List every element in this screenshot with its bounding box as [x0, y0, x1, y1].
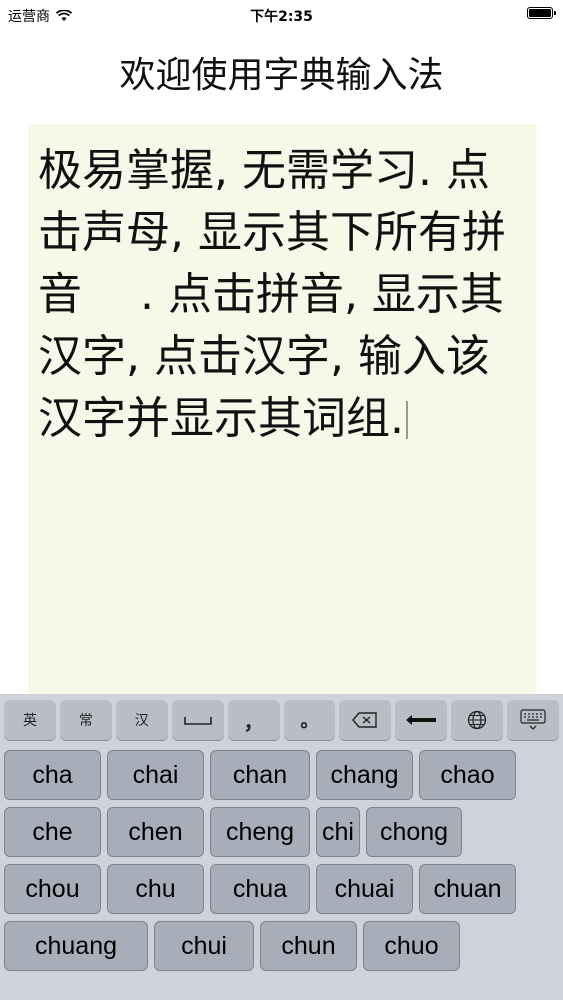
pinyin-key[interactable]: chui	[154, 921, 254, 971]
pinyin-key[interactable]: chuan	[419, 864, 516, 914]
pinyin-key[interactable]: chun	[260, 921, 357, 971]
pinyin-key[interactable]: chao	[419, 750, 516, 800]
text-editor[interactable]: 极易掌握, 无需学习. 点击声母, 显示其下所有拼音 . 点击拼音, 显示其汉字…	[28, 124, 536, 694]
comma-label: ，	[243, 709, 264, 734]
keyboard: 英 常 汉 ， 。 cha chai chan chang chao che c…	[0, 694, 563, 1000]
pinyin-row: chou chu chua chuai chuan	[4, 864, 559, 914]
pinyin-key[interactable]: cha	[4, 750, 101, 800]
keyboard-toolbar: 英 常 汉 ， 。	[4, 700, 560, 740]
status-bar: 运营商 下午2:35	[0, 0, 563, 30]
pinyin-key[interactable]: cheng	[210, 807, 310, 857]
pinyin-key[interactable]: che	[4, 807, 101, 857]
comma-button[interactable]: ，	[227, 700, 280, 740]
globe-icon	[468, 710, 487, 730]
common-mode-label: 常	[78, 713, 93, 729]
common-mode-button[interactable]: 常	[59, 700, 112, 740]
pinyin-key[interactable]: chua	[210, 864, 310, 914]
pinyin-key[interactable]: chen	[107, 807, 204, 857]
pinyin-key[interactable]: chuo	[363, 921, 460, 971]
delete-button[interactable]	[339, 700, 392, 740]
chinese-mode-label: 汉	[134, 713, 149, 729]
space-icon	[183, 717, 212, 725]
chinese-mode-button[interactable]: 汉	[115, 700, 168, 740]
pinyin-row: che chen cheng chi chong	[4, 807, 559, 857]
pinyin-key[interactable]: chai	[107, 750, 204, 800]
pinyin-key[interactable]: chou	[4, 864, 101, 914]
battery-icon	[527, 7, 556, 19]
period-label: 。	[300, 711, 319, 732]
keyboard-hide-button[interactable]	[507, 700, 560, 740]
keyboard-hide-icon	[520, 709, 546, 730]
delete-icon	[352, 712, 378, 728]
pinyin-row: cha chai chan chang chao	[4, 750, 559, 800]
status-time: 下午2:35	[250, 9, 313, 25]
english-mode-label: 英	[22, 713, 37, 729]
english-mode-button[interactable]: 英	[4, 700, 56, 740]
text-caret	[406, 401, 408, 439]
space-button[interactable]	[171, 700, 224, 740]
page-title: 欢迎使用字典输入法	[119, 55, 444, 96]
return-icon	[406, 715, 437, 725]
pinyin-row: chuang chui chun chuo	[4, 921, 559, 971]
pinyin-key[interactable]: chang	[316, 750, 413, 800]
pinyin-key[interactable]: chuai	[316, 864, 413, 914]
pinyin-key[interactable]: chuang	[4, 921, 148, 971]
pinyin-key[interactable]: chong	[366, 807, 462, 857]
period-button[interactable]: 。	[283, 700, 336, 740]
pinyin-keys: cha chai chan chang chao che chen cheng …	[4, 750, 559, 978]
pinyin-key[interactable]: chi	[316, 807, 360, 857]
globe-button[interactable]	[451, 700, 504, 740]
editor-text: 极易掌握, 无需学习. 点击声母, 显示其下所有拼音 . 点击拼音, 显示其汉字…	[38, 145, 506, 444]
return-button[interactable]	[395, 700, 448, 740]
pinyin-key[interactable]: chan	[210, 750, 310, 800]
pinyin-key[interactable]: chu	[107, 864, 204, 914]
